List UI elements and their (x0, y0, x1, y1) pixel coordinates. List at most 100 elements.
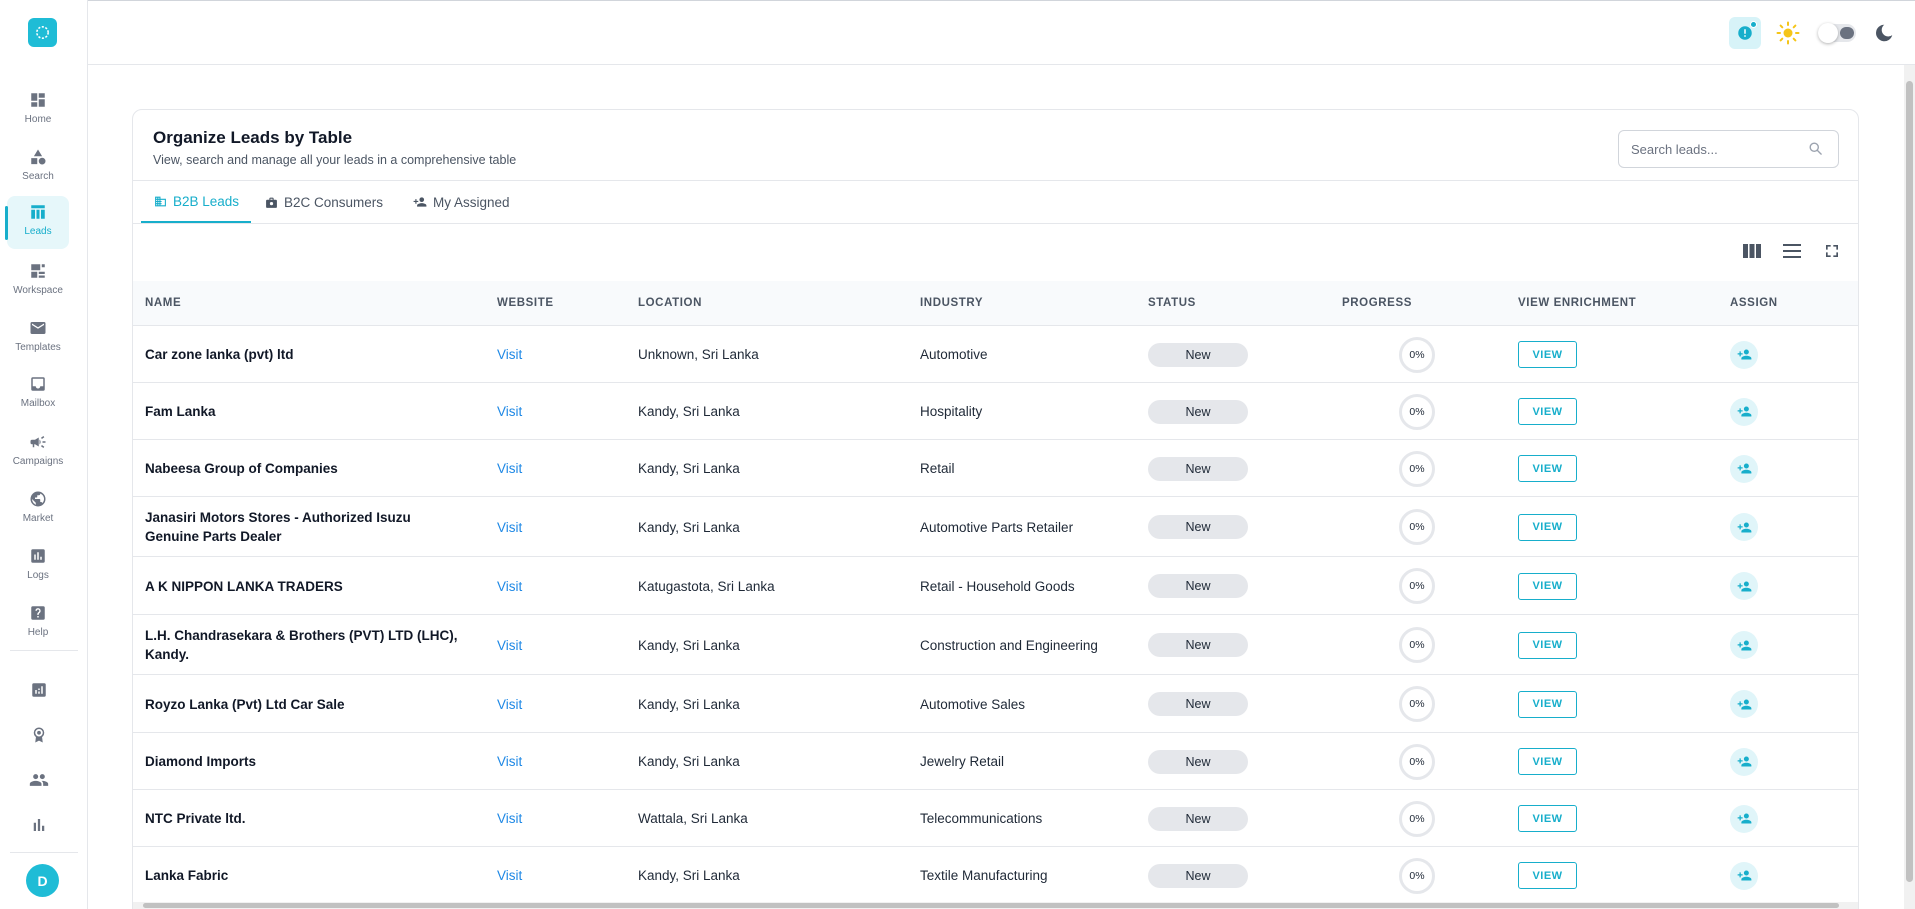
view-enrichment-button[interactable]: VIEW (1518, 341, 1577, 368)
view-enrichment-button[interactable]: VIEW (1518, 690, 1577, 718)
table-row[interactable]: NTC Private ltd. Visit Wattala, Sri Lank… (133, 791, 1858, 847)
analytics-icon[interactable] (28, 679, 50, 701)
sun-icon[interactable] (1776, 21, 1800, 45)
lead-location: Kandy, Sri Lanka (638, 754, 740, 769)
table-row[interactable]: Nabeesa Group of Companies Visit Kandy, … (133, 441, 1858, 497)
view-enrichment-button[interactable]: VIEW (1518, 862, 1577, 889)
status-badge: New (1148, 806, 1248, 831)
column-header-location[interactable]: LOCATION (638, 297, 702, 309)
app-logo[interactable] (28, 18, 57, 47)
sidebar-item-logs[interactable]: Logs (7, 540, 69, 593)
column-header-industry[interactable]: INDUSTRY (920, 297, 983, 309)
sidebar-item-home[interactable]: Home (7, 84, 69, 137)
lead-name: Nabeesa Group of Companies (145, 461, 338, 476)
visit-link[interactable]: Visit (497, 327, 522, 382)
assign-button[interactable] (1730, 397, 1758, 426)
visit-link[interactable]: Visit (497, 734, 522, 789)
column-header-website[interactable]: WEBSITE (497, 297, 554, 309)
fullscreen-icon[interactable] (1821, 240, 1843, 262)
table-row[interactable]: Diamond Imports Visit Kandy, Sri Lanka J… (133, 734, 1858, 790)
sidebar-item-help[interactable]: Help (7, 597, 69, 650)
table-row[interactable]: Lanka Fabric Visit Kandy, Sri Lanka Text… (133, 848, 1858, 904)
assign-button[interactable] (1730, 631, 1758, 659)
lead-name: L.H. Chandrasekara & Brothers (PVT) LTD … (145, 628, 458, 662)
column-header-status[interactable]: STATUS (1148, 297, 1196, 309)
tab-b2b-leads[interactable]: B2B Leads (141, 181, 252, 223)
lead-industry: Telecommunications (920, 811, 1043, 826)
tab-label: B2B Leads (173, 193, 240, 209)
sidebar-item-templates[interactable]: Templates (7, 312, 69, 365)
visit-link[interactable]: Visit (497, 498, 522, 556)
progress-indicator: 0% (1399, 568, 1435, 604)
table-row[interactable]: Car zone lanka (pvt) ltd Visit Unknown, … (133, 327, 1858, 383)
scrollbar-thumb[interactable] (143, 903, 1839, 908)
lead-location: Kandy, Sri Lanka (638, 637, 740, 653)
bar-chart-icon[interactable] (28, 814, 50, 836)
notification-button[interactable] (1729, 17, 1761, 49)
horizontal-scrollbar[interactable] (133, 902, 1858, 909)
visit-link[interactable]: Visit (497, 616, 522, 674)
column-header-view-enrichment[interactable]: VIEW ENRICHMENT (1518, 297, 1636, 309)
theme-toggle[interactable] (1818, 23, 1856, 43)
progress-indicator: 0% (1399, 627, 1435, 663)
avatar[interactable]: D (26, 864, 59, 897)
visit-link[interactable]: Visit (497, 441, 522, 496)
column-header-assign[interactable]: ASSIGN (1730, 297, 1778, 309)
sidebar-item-label: Logs (27, 570, 49, 581)
assign-button[interactable] (1730, 804, 1758, 833)
visit-link[interactable]: Visit (497, 848, 522, 903)
sidebar-item-workspace[interactable]: Workspace (7, 255, 69, 308)
column-header-name[interactable]: NAME (145, 297, 181, 309)
scrollbar-thumb[interactable] (1906, 81, 1913, 882)
table-row[interactable]: Fam Lanka Visit Kandy, Sri Lanka Hospita… (133, 384, 1858, 440)
tab-my-assigned[interactable]: My Assigned (401, 181, 522, 223)
lead-name: A K NIPPON LANKA TRADERS (145, 578, 343, 594)
visit-link[interactable]: Visit (497, 384, 522, 439)
status-badge: New (1148, 574, 1248, 598)
view-enrichment-button[interactable]: VIEW (1518, 805, 1577, 832)
column-header-progress[interactable]: PROGRESS (1342, 297, 1412, 309)
divider (133, 223, 1858, 224)
visit-link[interactable]: Visit (497, 791, 522, 846)
moon-icon[interactable] (1873, 22, 1895, 44)
view-enrichment-button[interactable]: VIEW (1518, 572, 1577, 600)
people-icon[interactable] (28, 769, 50, 791)
assign-button[interactable] (1730, 690, 1758, 718)
search-input[interactable] (1631, 131, 1801, 167)
visit-link[interactable]: Visit (497, 558, 522, 614)
assign-button[interactable] (1730, 454, 1758, 483)
shapes-icon (28, 147, 48, 167)
person-add-icon (1737, 463, 1751, 474)
assign-button[interactable] (1730, 340, 1758, 369)
view-enrichment-button[interactable]: VIEW (1518, 455, 1577, 482)
lead-name: Fam Lanka (145, 404, 216, 419)
tab-b2c-consumers[interactable]: B2C Consumers (252, 181, 395, 223)
award-icon[interactable] (28, 724, 50, 746)
progress-indicator: 0% (1399, 336, 1435, 373)
vertical-scrollbar[interactable] (1904, 65, 1915, 909)
table-row[interactable]: A K NIPPON LANKA TRADERS Visit Katugasto… (133, 558, 1858, 615)
sidebar-item-campaigns[interactable]: Campaigns (7, 426, 69, 479)
sidebar-divider (10, 852, 78, 853)
view-enrichment-button[interactable]: VIEW (1518, 748, 1577, 775)
density-icon[interactable] (1781, 240, 1803, 262)
view-enrichment-button[interactable]: VIEW (1518, 513, 1577, 541)
table-row[interactable]: Janasiri Motors Stores - Authorized Isuz… (133, 498, 1858, 557)
table-row[interactable]: Royzo Lanka (Pvt) Ltd Car Sale Visit Kan… (133, 676, 1858, 733)
sidebar-item-mailbox[interactable]: Mailbox (7, 368, 69, 421)
sidebar-item-search[interactable]: Search (7, 141, 69, 194)
assign-button[interactable] (1730, 513, 1758, 541)
sidebar-item-label: Campaigns (12, 456, 64, 467)
view-enrichment-button[interactable]: VIEW (1518, 631, 1577, 659)
columns-icon[interactable] (1741, 240, 1763, 262)
search-icon[interactable] (1808, 141, 1824, 157)
table-row[interactable]: L.H. Chandrasekara & Brothers (PVT) LTD … (133, 616, 1858, 675)
assign-button[interactable] (1730, 861, 1758, 890)
assign-button[interactable] (1730, 747, 1758, 776)
visit-link[interactable]: Visit (497, 676, 522, 732)
lead-location: Kandy, Sri Lanka (638, 868, 740, 883)
assign-button[interactable] (1730, 572, 1758, 600)
view-enrichment-button[interactable]: VIEW (1518, 398, 1577, 425)
sidebar-item-market[interactable]: Market (7, 483, 69, 536)
sidebar-item-leads[interactable]: Leads (5, 196, 69, 249)
